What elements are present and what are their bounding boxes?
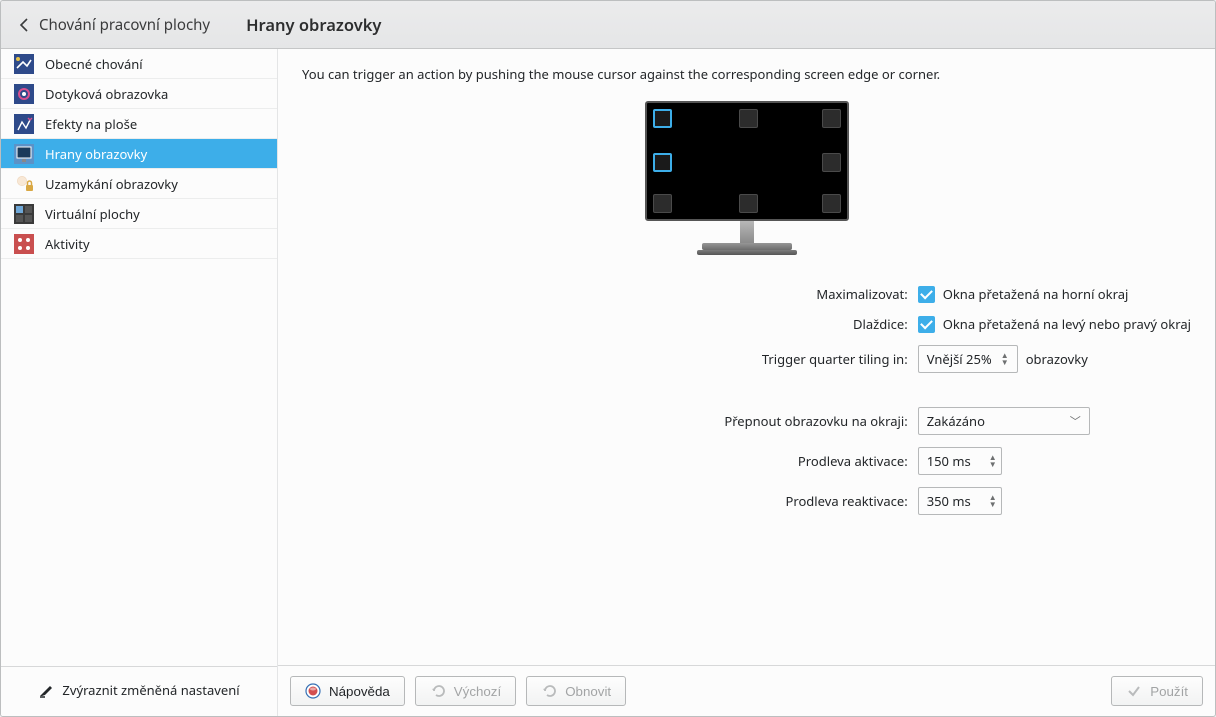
help-button-label: Nápověda xyxy=(329,684,390,699)
body: Obecné chování Dotyková obrazovka Efekty… xyxy=(1,49,1215,716)
undo-icon xyxy=(430,683,446,699)
tile-checkbox[interactable] xyxy=(918,316,935,333)
help-icon xyxy=(305,683,321,699)
touchscreen-icon xyxy=(13,83,35,105)
form: Maximalizovat: Okna přetažená na horní o… xyxy=(302,285,1191,515)
monitor-screen xyxy=(645,101,849,221)
reactivation-label: Prodleva reaktivace: xyxy=(302,492,908,510)
sidebar-item-virtual-desktops[interactable]: Virtuální plochy xyxy=(1,199,277,229)
reactivation-spin[interactable]: 350 ms ▲▼ xyxy=(918,487,1002,515)
edge-bottom-right[interactable] xyxy=(822,194,841,213)
sidebar-item-label: Obecné chování xyxy=(45,55,143,73)
main: You can trigger an action by pushing the… xyxy=(278,49,1215,716)
spin-arrows-icon: ▲▼ xyxy=(1001,352,1009,366)
sidebar-item-label: Efekty na ploše xyxy=(45,115,137,133)
chevron-down-icon: ﹀ xyxy=(1070,413,1081,429)
content: You can trigger an action by pushing the… xyxy=(278,49,1215,665)
sidebar-item-label: Dotyková obrazovka xyxy=(45,85,168,103)
reset-button-label: Obnovit xyxy=(565,684,611,699)
sidebar-item-effects[interactable]: Efekty na ploše xyxy=(1,109,277,139)
sidebar-item-general[interactable]: Obecné chování xyxy=(1,49,277,79)
hint-text: You can trigger an action by pushing the… xyxy=(302,65,1191,83)
quarter-spin[interactable]: Vnější 25% ▲▼ xyxy=(918,345,1018,373)
highlight-icon xyxy=(38,682,54,698)
spin-arrows-icon: ▲▼ xyxy=(989,494,997,508)
monitor-stand-neck xyxy=(740,221,754,243)
spin-arrows-icon: ▲▼ xyxy=(989,454,997,468)
check-icon xyxy=(1126,683,1142,699)
general-icon xyxy=(13,53,35,75)
sidebar-list: Obecné chování Dotyková obrazovka Efekty… xyxy=(1,49,277,666)
monitor-stand-base xyxy=(702,243,792,250)
monitor-stand-base2 xyxy=(697,250,797,255)
edge-top[interactable] xyxy=(739,109,758,128)
maximize-text: Okna přetažená na horní okraj xyxy=(943,285,1129,303)
tile-text: Okna přetažená na levý nebo pravý okraj xyxy=(943,315,1191,333)
maximize-label: Maximalizovat: xyxy=(302,285,908,303)
reset-icon xyxy=(541,683,557,699)
breadcrumb[interactable]: Chování pracovní plochy xyxy=(1,1,228,48)
maximize-checkbox[interactable] xyxy=(918,286,935,303)
edge-left[interactable] xyxy=(653,153,672,172)
sidebar-item-label: Hrany obrazovky xyxy=(45,145,147,163)
effects-icon xyxy=(13,113,35,135)
quarter-value: Vnější 25% xyxy=(927,350,992,368)
quarter-suffix: obrazovky xyxy=(1026,350,1088,368)
lock-icon xyxy=(13,173,35,195)
sidebar-item-label: Aktivity xyxy=(45,235,90,253)
help-button[interactable]: Nápověda xyxy=(290,676,405,706)
sidebar-footer[interactable]: Zvýraznit změněná nastavení xyxy=(1,666,277,716)
chevron-left-icon xyxy=(19,17,29,33)
edges-icon xyxy=(13,143,35,165)
sidebar-item-label: Uzamykání obrazovky xyxy=(45,175,178,193)
activities-icon xyxy=(13,233,35,255)
footer: Nápověda Výchozí Obnovit xyxy=(278,665,1215,716)
sidebar-item-touchscreen[interactable]: Dotyková obrazovka xyxy=(1,79,277,109)
edge-right[interactable] xyxy=(822,153,841,172)
defaults-button-label: Výchozí xyxy=(454,684,501,699)
sidebar: Obecné chování Dotyková obrazovka Efekty… xyxy=(1,49,278,716)
activation-label: Prodleva aktivace: xyxy=(302,452,908,470)
virtual-desktops-icon xyxy=(13,203,35,225)
settings-window: Chování pracovní plochy Hrany obrazovky … xyxy=(0,0,1216,717)
edge-top-left[interactable] xyxy=(653,109,672,128)
activation-value: 150 ms xyxy=(927,452,971,470)
switch-label: Přepnout obrazovku na okraji: xyxy=(302,412,908,430)
sidebar-footer-label: Zvýraznit změněná nastavení xyxy=(62,681,239,699)
activation-spin[interactable]: 150 ms ▲▼ xyxy=(918,447,1002,475)
apply-button-label: Použít xyxy=(1150,684,1188,699)
quarter-label: Trigger quarter tiling in: xyxy=(302,350,908,368)
apply-button[interactable]: Použít xyxy=(1111,676,1203,706)
reset-button[interactable]: Obnovit xyxy=(526,676,626,706)
sidebar-item-activities[interactable]: Aktivity xyxy=(1,229,277,259)
breadcrumb-label: Chování pracovní plochy xyxy=(39,15,210,35)
monitor-diagram xyxy=(302,101,1191,255)
edge-top-right[interactable] xyxy=(822,109,841,128)
sidebar-item-label: Virtuální plochy xyxy=(45,205,140,223)
edge-bottom-left[interactable] xyxy=(653,194,672,213)
sidebar-item-edges[interactable]: Hrany obrazovky xyxy=(1,139,277,169)
switch-value: Zakázáno xyxy=(927,412,985,430)
defaults-button[interactable]: Výchozí xyxy=(415,676,516,706)
tile-label: Dlaždice: xyxy=(302,315,908,333)
switch-combo[interactable]: Zakázáno ﹀ xyxy=(918,407,1090,435)
reactivation-value: 350 ms xyxy=(927,492,971,510)
page-title: Hrany obrazovky xyxy=(228,1,1215,48)
sidebar-item-lock[interactable]: Uzamykání obrazovky xyxy=(1,169,277,199)
edge-bottom[interactable] xyxy=(739,194,758,213)
topbar: Chování pracovní plochy Hrany obrazovky xyxy=(1,1,1215,49)
